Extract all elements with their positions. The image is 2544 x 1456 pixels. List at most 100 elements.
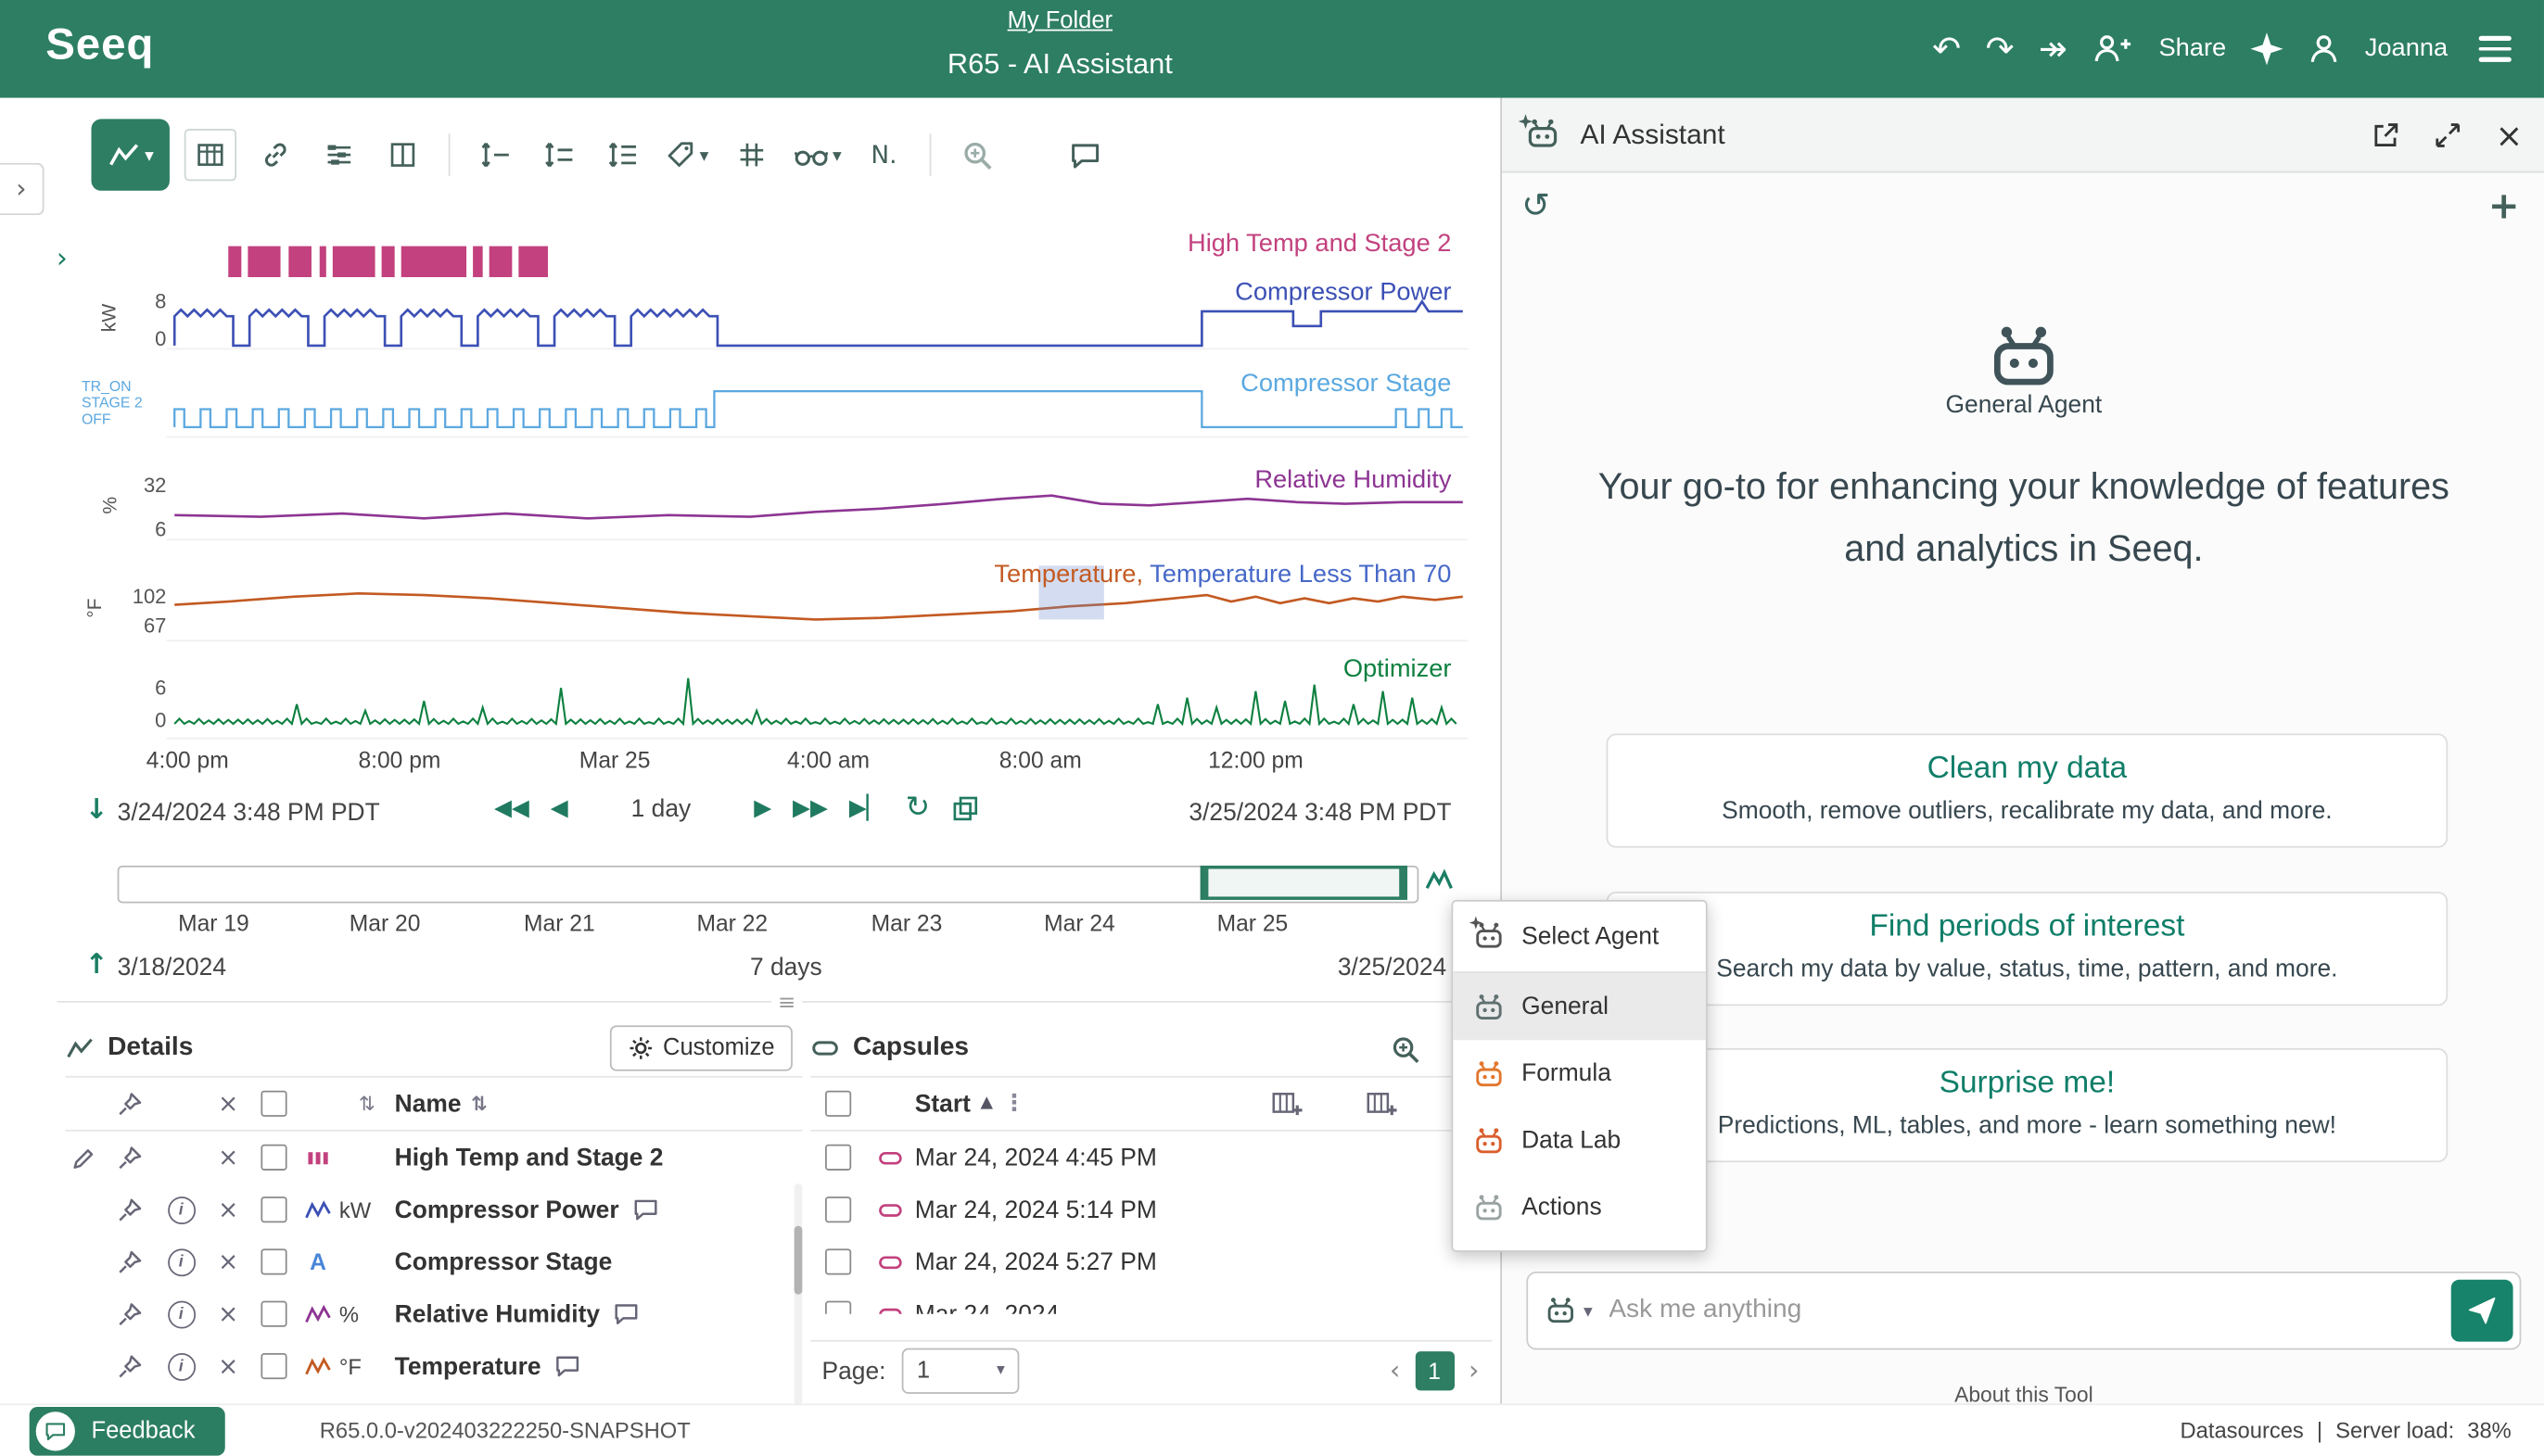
axis-unit-kw[interactable]: kW	[97, 304, 121, 332]
previous-page-icon[interactable]: ‹	[1390, 1358, 1400, 1384]
lane-label-compressor-power[interactable]: Compressor Power	[1235, 279, 1451, 309]
gridlines-button[interactable]	[727, 127, 776, 183]
new-chat-icon[interactable]: +	[2488, 189, 2520, 226]
pin-icon[interactable]	[117, 1249, 141, 1273]
lane-label-high-temp[interactable]: High Temp and Stage 2	[1188, 230, 1451, 260]
lane-label-optimizer[interactable]: Optimizer	[1343, 655, 1452, 685]
dimming-button[interactable]: ▾	[790, 127, 845, 183]
agent-option-actions[interactable]: Actions	[1453, 1173, 1706, 1240]
add-column-icon[interactable]	[1270, 1089, 1303, 1119]
jump-back-icon[interactable]: ◀◀	[494, 797, 529, 820]
info-icon[interactable]: i	[167, 1247, 195, 1275]
display-range-start[interactable]: 3/24/2024 3:48 PM PDT	[118, 799, 380, 827]
select-all-checkbox[interactable]	[261, 1091, 286, 1117]
item-name[interactable]: High Temp and Stage 2	[395, 1144, 664, 1171]
timeline-selection[interactable]	[1201, 866, 1407, 900]
customize-button[interactable]: Customize	[609, 1025, 793, 1070]
remove-icon[interactable]: ×	[206, 1249, 251, 1273]
feedback-button[interactable]: Feedback	[30, 1407, 225, 1456]
remove-icon[interactable]: ×	[206, 1354, 251, 1378]
investigate-end[interactable]: 3/25/2024	[1338, 954, 1446, 981]
auto-lanes-button[interactable]	[599, 127, 648, 183]
copy-range-icon[interactable]	[951, 794, 981, 824]
step-forward-icon[interactable]: ▶	[754, 797, 771, 820]
remove-icon[interactable]: ×	[206, 1146, 251, 1170]
send-button[interactable]	[2451, 1280, 2513, 1342]
pin-icon[interactable]	[117, 1302, 141, 1326]
investigate-start[interactable]: 3/18/2024	[118, 954, 226, 981]
column-menu-icon[interactable]: ⋮	[1003, 1093, 1026, 1116]
item-name[interactable]: Compressor Power	[395, 1196, 619, 1223]
temperature-condition-label[interactable]: Temperature Less Than 70	[1150, 561, 1451, 589]
zoom-button[interactable]	[952, 127, 1001, 183]
trend-chart[interactable]: High Temp and Stage 2 Compressor Power C…	[65, 209, 1492, 750]
row-checkbox[interactable]	[261, 1301, 286, 1327]
two-lanes-button[interactable]	[535, 127, 584, 183]
agent-picker-button[interactable]: ▾	[1545, 1296, 1593, 1325]
row-checkbox[interactable]	[825, 1145, 851, 1171]
start-column-header[interactable]: Start	[915, 1090, 971, 1118]
temperature-label[interactable]: Temperature,	[994, 561, 1143, 589]
bars-view-button[interactable]	[314, 127, 363, 183]
range-start-arrow-icon[interactable]: ↓	[84, 797, 108, 825]
info-icon[interactable]: i	[167, 1352, 195, 1380]
select-all-checkbox[interactable]	[825, 1091, 851, 1117]
one-lane-button[interactable]	[471, 127, 520, 183]
share-users-icon[interactable]	[2092, 32, 2134, 65]
expand-data-panel-button[interactable]: ›	[0, 163, 44, 215]
sort-icon[interactable]: ⇅	[471, 1094, 488, 1113]
axis-unit-degf[interactable]: °F	[83, 598, 107, 617]
suggestion-card-find-periods[interactable]: Find periods of interest Search my data …	[1607, 892, 2449, 1006]
share-label[interactable]: Share	[2158, 34, 2226, 64]
add-column-icon[interactable]	[1365, 1089, 1397, 1119]
step-to-end-icon[interactable]: ▶▏	[849, 797, 884, 820]
annotate-button[interactable]	[1060, 127, 1109, 183]
step-back-icon[interactable]: ◀	[551, 797, 568, 820]
user-name[interactable]: Joanna	[2365, 34, 2448, 64]
comment-icon[interactable]	[613, 1302, 639, 1325]
investigate-duration[interactable]: 7 days	[750, 954, 822, 981]
capsule-start[interactable]: Mar 24, 2024 4:45 PM	[915, 1144, 1493, 1171]
lane-label-relative-humidity[interactable]: Relative Humidity	[1254, 466, 1451, 496]
user-avatar-icon[interactable]	[2308, 32, 2340, 65]
card-title[interactable]: Find periods of interest	[1608, 910, 2446, 946]
trend-view-button[interactable]: ▾	[92, 119, 170, 190]
sort-ascending-icon[interactable]: ▲	[980, 1095, 993, 1112]
timeline-zoom-icon[interactable]	[1425, 869, 1453, 891]
capsule-row[interactable]: Mar 24, 2024 5:14 PM	[810, 1184, 1492, 1235]
remove-icon[interactable]: ×	[206, 1197, 251, 1222]
history-icon[interactable]: ↺	[1521, 189, 1550, 223]
item-name[interactable]: Compressor Stage	[395, 1247, 613, 1275]
ai-sparkle-icon[interactable]	[2251, 32, 2283, 65]
lane-label-compressor-stage[interactable]: Compressor Stage	[1240, 370, 1451, 399]
overview-timeline[interactable]	[118, 866, 1419, 903]
remove-icon[interactable]: ×	[206, 1092, 251, 1116]
card-title[interactable]: Clean my data	[1608, 752, 2446, 788]
row-checkbox[interactable]	[261, 1145, 286, 1171]
expand-icon[interactable]	[2434, 120, 2463, 149]
agent-option-formula[interactable]: Formula	[1453, 1040, 1706, 1107]
labels-button[interactable]: N.	[859, 127, 909, 183]
pin-icon[interactable]	[117, 1354, 141, 1378]
menu-icon[interactable]	[2473, 30, 2518, 68]
next-page-icon[interactable]: ›	[1469, 1358, 1479, 1384]
capsule-row[interactable]: Mar 24, 2024 4:45 PM	[810, 1132, 1492, 1184]
remove-icon[interactable]: ×	[206, 1302, 251, 1326]
share-forward-icon[interactable]: ↠	[2039, 32, 2067, 66]
row-checkbox[interactable]	[825, 1301, 851, 1314]
agent-option-data-lab[interactable]: Data Lab	[1453, 1107, 1706, 1173]
pin-icon[interactable]	[117, 1146, 141, 1170]
pin-icon[interactable]	[117, 1092, 141, 1116]
display-range-end[interactable]: 3/25/2024 3:48 PM PDT	[1189, 799, 1451, 827]
pin-icon[interactable]	[117, 1197, 141, 1222]
redo-icon[interactable]: ↷	[1986, 32, 2015, 66]
search-icon[interactable]	[1391, 1035, 1420, 1065]
suggestion-card-clean-data[interactable]: Clean my data Smooth, remove outliers, r…	[1607, 734, 2449, 848]
capsule-row[interactable]: Mar 24, 2024 5:27 PM	[810, 1235, 1492, 1287]
current-page-button[interactable]: 1	[1415, 1351, 1454, 1390]
close-icon[interactable]: ×	[2496, 119, 2523, 151]
comment-icon[interactable]	[632, 1198, 658, 1222]
investigate-arrow-icon[interactable]: ↑	[84, 952, 108, 980]
capsule-start[interactable]: Mar 24, 2024	[915, 1300, 1493, 1314]
row-checkbox[interactable]	[825, 1248, 851, 1274]
